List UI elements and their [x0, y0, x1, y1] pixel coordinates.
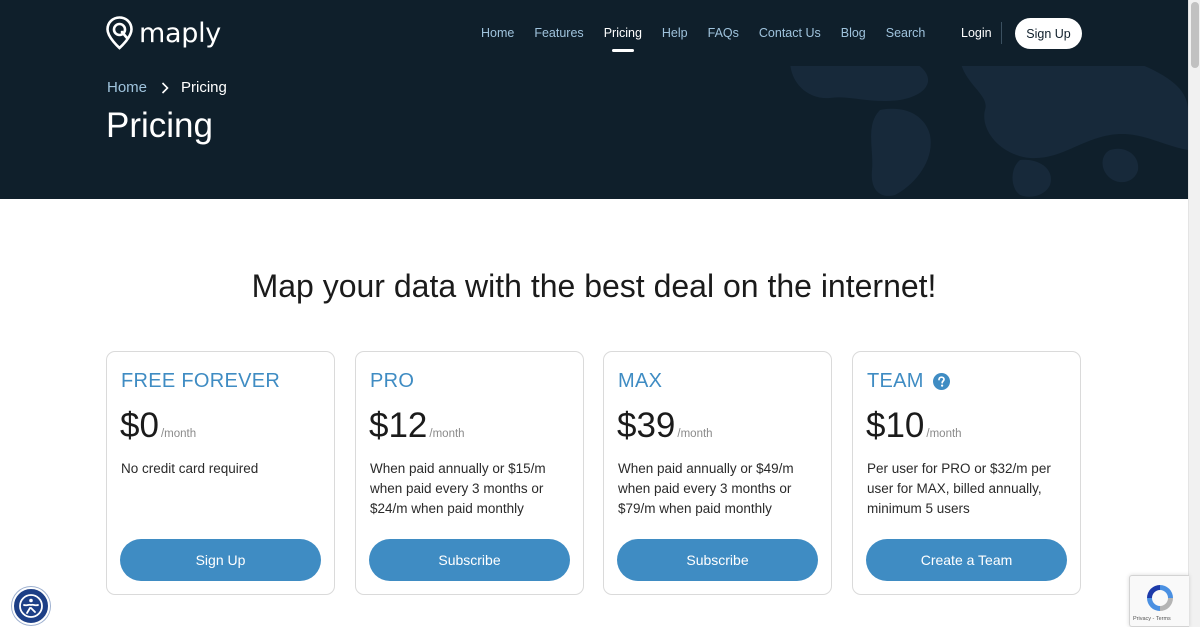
nav-faqs[interactable]: FAQs	[708, 26, 739, 40]
subscribe-pro-button[interactable]: Subscribe	[369, 539, 570, 581]
create-team-button[interactable]: Create a Team	[866, 539, 1067, 581]
accessibility-icon	[19, 594, 43, 618]
price-row: $12 /month	[369, 407, 465, 445]
brand-name: maply	[139, 17, 221, 49]
recaptcha-icon	[1147, 585, 1173, 611]
accessibility-button[interactable]	[12, 587, 50, 625]
plan-description: When paid annually or $15/m when paid ev…	[370, 461, 546, 516]
nav-features[interactable]: Features	[534, 26, 583, 40]
nav-home[interactable]: Home	[481, 26, 514, 40]
chevron-right-icon	[161, 81, 169, 94]
subscribe-max-button[interactable]: Subscribe	[617, 539, 818, 581]
map-pin-icon	[106, 16, 133, 50]
plan-card-max: MAX $39 /month When paid annually or $49…	[603, 351, 832, 595]
pricing-headline: Map your data with the best deal on the …	[251, 268, 937, 304]
price-row: $39 /month	[617, 407, 713, 445]
breadcrumb: Home Pricing	[107, 79, 227, 96]
plan-card-pro: PRO $12 /month When paid annually or $15…	[355, 351, 584, 595]
price-period: /month	[926, 428, 962, 440]
plan-name-text: FREE FOREVER	[121, 370, 281, 392]
plan-name: TEAM	[867, 370, 950, 393]
top-navigation-bar: maply Home Features Pricing Help FAQs Co…	[0, 0, 1188, 66]
nav-pricing[interactable]: Pricing	[604, 26, 642, 52]
plan-card-free: FREE FOREVER $0 /month No credit card re…	[106, 351, 335, 595]
price-period: /month	[677, 428, 713, 440]
nav-help[interactable]: Help	[662, 26, 688, 40]
plan-card-team: TEAM $10 /month Per user for PRO or $32/…	[852, 351, 1081, 595]
plan-price: $39	[617, 406, 676, 445]
price-row: $10 /month	[866, 407, 962, 445]
nav-search[interactable]: Search	[886, 26, 926, 40]
nav-divider	[1001, 22, 1002, 44]
plan-description: No credit card required	[121, 461, 259, 476]
main-nav: Home Features Pricing Help FAQs Contact …	[481, 26, 945, 52]
nav-contact-us[interactable]: Contact Us	[759, 26, 821, 40]
plan-name-text: PRO	[370, 370, 415, 392]
plan-name-text: MAX	[618, 370, 663, 392]
signup-button-header[interactable]: Sign Up	[1015, 18, 1082, 49]
plan-description: When paid annually or $49/m when paid ev…	[618, 461, 794, 516]
plan-price: $10	[866, 406, 925, 445]
signup-button[interactable]: Sign Up	[120, 539, 321, 581]
recaptcha-badge[interactable]: Privacy - Terms	[1129, 575, 1189, 627]
brand-logo[interactable]: maply	[106, 16, 221, 50]
price-period: /month	[429, 428, 465, 440]
question-circle-icon[interactable]	[932, 373, 950, 390]
plan-name: PRO	[370, 370, 414, 393]
breadcrumb-home[interactable]: Home	[107, 79, 147, 96]
plan-price: $0	[120, 406, 159, 445]
price-row: $0 /month	[120, 407, 196, 445]
breadcrumb-current: Pricing	[181, 79, 227, 96]
price-period: /month	[160, 428, 197, 440]
plan-name: FREE FOREVER	[121, 370, 280, 393]
plan-name-text: TEAM	[867, 370, 924, 392]
plan-name: MAX	[618, 370, 662, 393]
plan-description: Per user for PRO or $32/m per user for M…	[867, 461, 1051, 516]
plan-price: $12	[369, 406, 428, 445]
scrollbar-thumb[interactable]	[1191, 2, 1199, 68]
login-link[interactable]: Login	[961, 26, 992, 40]
vertical-scrollbar[interactable]	[1188, 0, 1200, 627]
page-title: Pricing	[106, 106, 213, 145]
nav-blog[interactable]: Blog	[841, 26, 866, 40]
recaptcha-privacy-terms[interactable]: Privacy - Terms	[1133, 616, 1171, 622]
